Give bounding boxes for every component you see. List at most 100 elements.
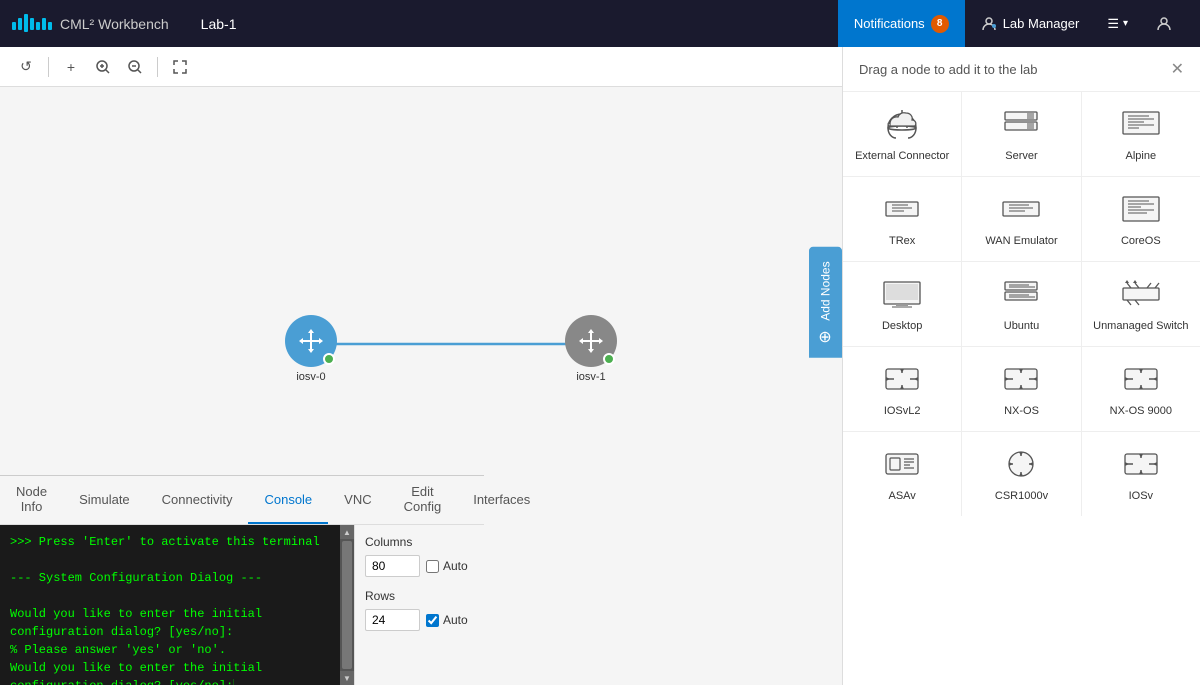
app-header: CML² Workbench Lab-1 Notifications 8 Lab… xyxy=(0,0,1200,47)
asav-label: ASAv xyxy=(889,490,916,502)
node-iosv-0[interactable]: iosv-0 xyxy=(285,315,337,383)
user-button[interactable] xyxy=(1140,0,1188,47)
alpine-icon xyxy=(1117,106,1165,142)
tab-edit-config[interactable]: Edit Config xyxy=(388,476,458,524)
tab-console[interactable]: Console xyxy=(248,476,328,524)
console-terminal[interactable]: >>> Press 'Enter' to activate this termi… xyxy=(0,525,340,685)
tab-connectivity[interactable]: Connectivity xyxy=(146,476,249,524)
columns-auto-checkbox[interactable] xyxy=(426,560,439,573)
server-label: Server xyxy=(1005,150,1037,162)
library-item-desktop[interactable]: Desktop xyxy=(843,262,961,346)
tab-interfaces[interactable]: Interfaces xyxy=(457,476,546,524)
library-header: Drag a node to add it to the lab ✕ xyxy=(843,47,1200,92)
library-grid: External Connector Server xyxy=(843,92,1200,516)
unmanaged-switch-label: Unmanaged Switch xyxy=(1093,320,1188,332)
node-label-iosv-0: iosv-0 xyxy=(296,371,325,383)
wan-emulator-icon xyxy=(997,191,1045,227)
node-status-iosv-1 xyxy=(603,353,615,365)
columns-auto-label: Auto xyxy=(443,559,468,573)
console-line-3: --- System Configuration Dialog --- xyxy=(10,569,330,587)
bottom-panel: Node Info Simulate Connectivity Console … xyxy=(0,475,484,685)
csr1000v-icon xyxy=(997,446,1045,482)
desktop-icon xyxy=(878,276,926,312)
library-item-iosvl2[interactable]: IOSvL2 xyxy=(843,347,961,431)
library-item-alpine[interactable]: Alpine xyxy=(1082,92,1200,176)
library-item-unmanaged-switch[interactable]: Unmanaged Switch xyxy=(1082,262,1200,346)
zoom-out-button[interactable] xyxy=(121,53,149,81)
rows-row: Auto xyxy=(365,609,474,631)
node-icon-iosv-1 xyxy=(577,327,605,355)
lab-manager-button[interactable]: Lab Manager xyxy=(965,0,1096,47)
zoom-in-button[interactable] xyxy=(89,53,117,81)
nxos-9000-label: NX-OS 9000 xyxy=(1110,405,1172,417)
nxos-icon xyxy=(997,361,1045,397)
node-circle-iosv-1 xyxy=(565,315,617,367)
add-node-toolbar-button[interactable]: + xyxy=(57,53,85,81)
console-line-1: >>> Press 'Enter' to activate this termi… xyxy=(10,533,330,551)
add-nodes-label: Add Nodes xyxy=(819,261,833,320)
iosv-label: IOSv xyxy=(1129,490,1153,502)
console-line-2 xyxy=(10,551,330,569)
rows-auto-label: Auto xyxy=(443,613,468,627)
server-icon xyxy=(997,106,1045,142)
columns-input[interactable] xyxy=(365,555,420,577)
console-line-5: Would you like to enter the initial conf… xyxy=(10,605,330,641)
trex-label: TRex xyxy=(889,235,915,247)
expand-icon xyxy=(173,60,187,74)
tab-bar: Node Info Simulate Connectivity Console … xyxy=(0,476,484,525)
rows-auto-checkbox[interactable] xyxy=(426,614,439,627)
library-item-csr1000v[interactable]: CSR1000v xyxy=(962,432,1080,516)
library-item-nxos-9000[interactable]: NX-OS 9000 xyxy=(1082,347,1200,431)
library-item-coreos[interactable]: CoreOS xyxy=(1082,177,1200,261)
add-icon: ⊕ xyxy=(816,330,835,343)
library-item-server[interactable]: Server xyxy=(962,92,1080,176)
coreos-label: CoreOS xyxy=(1121,235,1161,247)
user-icon xyxy=(1156,16,1172,32)
library-item-ubuntu[interactable]: Ubuntu xyxy=(962,262,1080,346)
header-actions: Notifications 8 Lab Manager ☰ ▾ xyxy=(838,0,1188,47)
menu-icon: ☰ xyxy=(1107,16,1119,32)
iosvl2-label: IOSvL2 xyxy=(884,405,921,417)
tab-simulate[interactable]: Simulate xyxy=(63,476,146,524)
add-nodes-tab[interactable]: ⊕ Add Nodes xyxy=(809,247,842,358)
expand-button[interactable] xyxy=(166,53,194,81)
node-status-iosv-0 xyxy=(323,353,335,365)
canvas-area: ↺ + xyxy=(0,47,842,685)
notifications-label: Notifications xyxy=(854,16,925,31)
menu-button[interactable]: ☰ ▾ xyxy=(1095,0,1140,47)
notifications-button[interactable]: Notifications 8 xyxy=(838,0,965,47)
library-item-wan-emulator[interactable]: WAN Emulator xyxy=(962,177,1080,261)
iosvl2-icon xyxy=(878,361,926,397)
trex-icon xyxy=(878,191,926,227)
library-item-nxos[interactable]: NX-OS xyxy=(962,347,1080,431)
tab-vnc[interactable]: VNC xyxy=(328,476,387,524)
library-item-trex[interactable]: TRex xyxy=(843,177,961,261)
reset-button[interactable]: ↺ xyxy=(12,53,40,81)
node-iosv-1[interactable]: iosv-1 xyxy=(565,315,617,383)
library-item-iosv[interactable]: IOSv xyxy=(1082,432,1200,516)
desktop-label: Desktop xyxy=(882,320,922,332)
zoom-out-icon xyxy=(128,60,142,74)
console-settings: Columns Auto Rows Auto xyxy=(354,525,484,685)
rows-label: Rows xyxy=(365,589,474,603)
library-close-button[interactable]: ✕ xyxy=(1171,59,1184,79)
toolbar-divider-2 xyxy=(157,57,158,77)
columns-label: Columns xyxy=(365,535,474,549)
logo-area: CML² Workbench xyxy=(12,14,169,34)
scroll-down[interactable]: ▼ xyxy=(340,671,354,685)
ubuntu-icon xyxy=(997,276,1045,312)
asav-icon xyxy=(878,446,926,482)
library-item-asav[interactable]: ASAv xyxy=(843,432,961,516)
tab-node-info[interactable]: Node Info xyxy=(0,476,63,524)
node-label-iosv-1: iosv-1 xyxy=(576,371,605,383)
ubuntu-label: Ubuntu xyxy=(1004,320,1039,332)
scroll-up[interactable]: ▲ xyxy=(340,525,354,539)
wan-emulator-label: WAN Emulator xyxy=(985,235,1057,247)
node-icon-iosv-0 xyxy=(297,327,325,355)
rows-input[interactable] xyxy=(365,609,420,631)
library-item-external-connector[interactable]: External Connector xyxy=(843,92,961,176)
iosv-icon xyxy=(1117,446,1165,482)
nxos-label: NX-OS xyxy=(1004,405,1039,417)
scroll-track[interactable] xyxy=(342,541,352,669)
console-scrollbar[interactable]: ▲ ▼ xyxy=(340,525,354,685)
